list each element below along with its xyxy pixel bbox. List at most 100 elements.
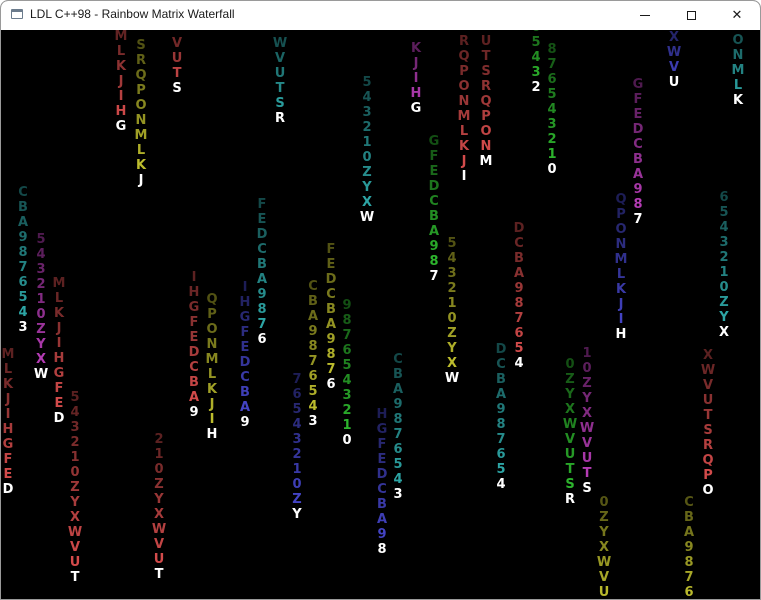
rain-glyph: Y	[599, 525, 609, 540]
rain-glyph: 7	[342, 328, 352, 343]
rain-glyph: Z	[154, 477, 164, 492]
rain-glyph: Y	[582, 391, 592, 406]
rain-glyph: 0	[719, 280, 729, 295]
rain-glyph: 5	[514, 341, 524, 356]
rain-glyph: 9	[308, 324, 318, 339]
rain-glyph: U	[69, 555, 81, 570]
rain-glyph: R	[458, 34, 469, 49]
rain-glyph: 3	[18, 320, 28, 335]
rain-glyph: L	[116, 44, 126, 59]
rain-glyph: K	[206, 382, 218, 397]
rain-glyph: L	[136, 143, 146, 158]
rain-glyph: K	[115, 59, 127, 74]
matrix-canvas: MLKJIHGFEDCBA9876543543210ZYXWMLKJIHGFED…	[1, 30, 760, 599]
rain-glyph: P	[207, 307, 217, 322]
rain-glyph: 1	[154, 447, 164, 462]
rain-glyph: 0	[547, 162, 557, 177]
title-bar[interactable]: LDL C++98 - Rainbow Matrix Waterfall ✕	[1, 1, 760, 30]
rain-glyph: B	[257, 257, 267, 272]
rain-glyph: 5	[447, 236, 457, 251]
rain-glyph: E	[3, 467, 13, 482]
rain-glyph: G	[188, 300, 200, 315]
rain-glyph: 1	[582, 346, 592, 361]
rain-glyph: T	[275, 81, 285, 96]
rain-glyph: Z	[599, 510, 609, 525]
rain-glyph: 3	[547, 117, 557, 132]
rain-glyph: X	[361, 195, 373, 210]
rain-glyph: E	[326, 257, 336, 272]
rain-glyph: S	[136, 38, 146, 53]
rain-glyph: B	[633, 152, 643, 167]
rain-glyph: 4	[496, 477, 506, 492]
rain-glyph: 9	[377, 527, 387, 542]
rain-glyph: 7	[547, 57, 557, 72]
rain-glyph: J	[138, 173, 144, 188]
rain-glyph: E	[189, 330, 199, 345]
rain-glyph: U	[480, 34, 492, 49]
rain-glyph: W	[579, 421, 595, 436]
rain-glyph: 6	[342, 343, 352, 358]
rain-glyph: 6	[393, 442, 403, 457]
rain-glyph: 6	[308, 369, 318, 384]
rain-glyph: J	[118, 74, 124, 89]
rain-glyph: U	[581, 451, 593, 466]
rain-glyph: 3	[719, 235, 729, 250]
rain-glyph: J	[5, 392, 11, 407]
rain-glyph: W	[151, 522, 167, 537]
rain-glyph: 1	[292, 462, 302, 477]
rain-glyph: 1	[342, 418, 352, 433]
rain-glyph: R	[702, 438, 713, 453]
rain-glyph: K	[458, 139, 470, 154]
rain-glyph: 2	[362, 120, 372, 135]
maximize-icon	[686, 11, 696, 20]
rain-glyph: 8	[393, 412, 403, 427]
rain-glyph: Z	[362, 165, 372, 180]
rain-glyph: J	[461, 154, 467, 169]
rain-glyph: 9	[257, 287, 267, 302]
rain-glyph: 0	[36, 307, 46, 322]
rain-glyph: 8	[342, 313, 352, 328]
rain-glyph: 9	[189, 405, 199, 420]
rain-glyph: 3	[362, 105, 372, 120]
rain-glyph: 6	[719, 190, 729, 205]
rain-glyph: C	[393, 352, 403, 367]
rain-glyph: 4	[362, 90, 372, 105]
rain-glyph: 4	[70, 405, 80, 420]
rain-glyph: 0	[292, 477, 302, 492]
rain-glyph: J	[413, 56, 419, 71]
rain-glyph: Z	[36, 322, 46, 337]
rain-glyph: X	[35, 352, 47, 367]
rain-glyph: 5	[36, 232, 46, 247]
rain-glyph: B	[240, 385, 250, 400]
rain-glyph: X	[581, 406, 593, 421]
minimize-button[interactable]	[622, 1, 668, 30]
rain-glyph: W	[596, 555, 612, 570]
rain-glyph: H	[53, 351, 65, 366]
rain-glyph: 5	[342, 358, 352, 373]
rain-glyph: J	[209, 397, 215, 412]
rain-glyph: Z	[70, 480, 80, 495]
rain-glyph: G	[115, 119, 127, 134]
rain-glyph: H	[206, 427, 218, 442]
rain-glyph: M	[1, 347, 15, 362]
rain-glyph: 1	[362, 135, 372, 150]
rain-glyph: X	[702, 348, 714, 363]
rain-glyph: I	[461, 169, 467, 184]
rain-glyph: 4	[393, 472, 403, 487]
rain-glyph: 2	[342, 403, 352, 418]
rain-glyph: I	[413, 71, 419, 86]
rain-glyph: V	[668, 60, 680, 75]
rain-glyph: Y	[362, 180, 372, 195]
close-button[interactable]: ✕	[714, 1, 760, 30]
rain-glyph: I	[56, 336, 62, 351]
rain-glyph: 9	[393, 397, 403, 412]
rain-glyph: A	[256, 272, 268, 287]
rain-glyph: 5	[18, 290, 28, 305]
rain-glyph: I	[5, 407, 11, 422]
rain-glyph: 4	[308, 399, 318, 414]
rain-glyph: G	[2, 437, 14, 452]
rain-glyph: K	[53, 306, 65, 321]
maximize-button[interactable]	[668, 1, 714, 30]
rain-glyph: P	[459, 64, 469, 79]
rain-glyph: W	[666, 45, 682, 60]
